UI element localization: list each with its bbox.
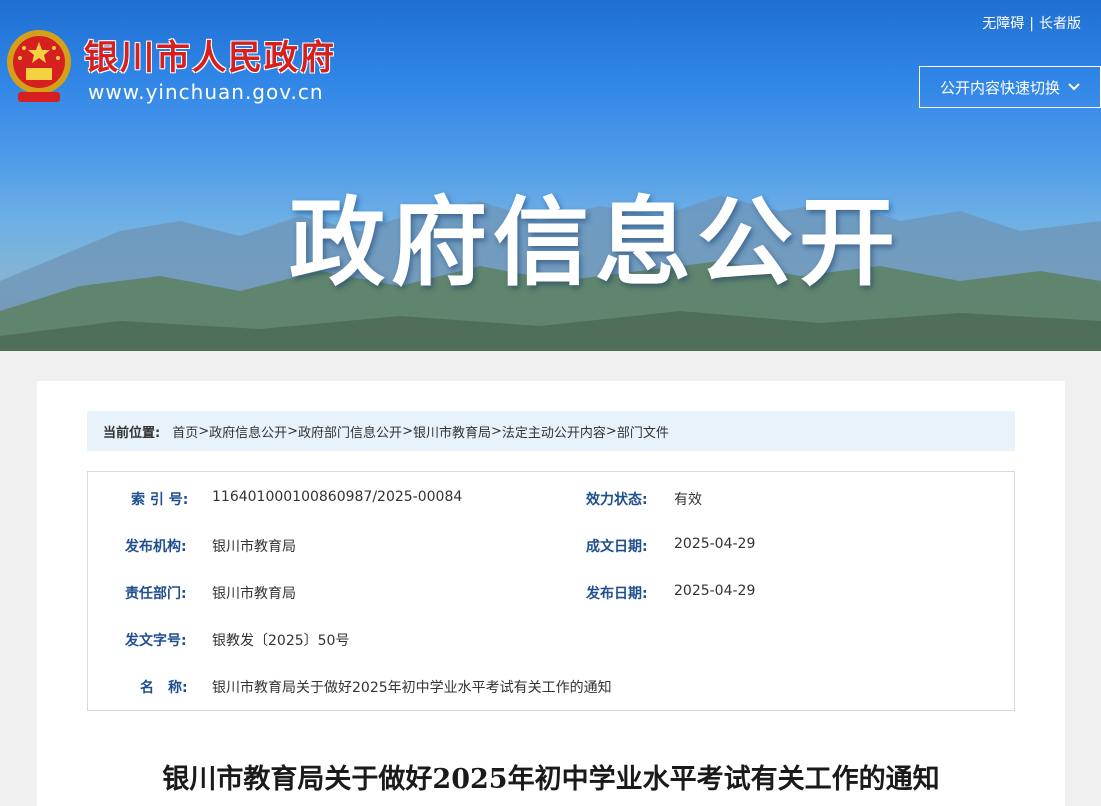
breadcrumb-separator: > (402, 423, 413, 439)
created-date-label: 成文日期: (586, 539, 648, 555)
publisher-value: 银川市教育局 (212, 539, 296, 555)
breadcrumb-separator: > (198, 423, 210, 439)
national-emblem-icon (7, 30, 71, 102)
accessibility-link[interactable]: 无障碍 (982, 16, 1024, 32)
quick-switch-dropdown[interactable]: 公开内容快速切换 (919, 66, 1101, 108)
name-label: 名 称: (140, 680, 188, 696)
doc-number-value: 银教发〔2025〕50号 (212, 633, 350, 649)
published-date-label: 发布日期: (586, 586, 648, 602)
index-label: 索 引 号: (131, 492, 189, 508)
quick-switch-label: 公开内容快速切换 (939, 78, 1060, 97)
breadcrumb-home[interactable]: 首页 (172, 422, 198, 441)
site-name[interactable]: 银川市人民政府 (84, 30, 336, 79)
publisher-label: 发布机构: (125, 539, 187, 555)
breadcrumb-education-bureau[interactable]: 银川市教育局 (413, 422, 491, 441)
chevron-down-icon (1068, 83, 1080, 91)
published-date-value: 2025-04-29 (674, 583, 756, 599)
breadcrumb: 当前位置: 首页 > 政府信息公开 > 政府部门信息公开 > 银川市教育局 > … (87, 411, 1015, 451)
hero-title: 政府信息公开 (289, 187, 901, 299)
breadcrumb-dept-info[interactable]: 政府部门信息公开 (298, 422, 402, 441)
status-value: 有效 (674, 492, 702, 508)
meta-row: 发布机构: 银川市教育局 成文日期: 2025-04-29 (88, 536, 1014, 556)
top-links: 无障碍 | 长者版 (982, 13, 1081, 33)
breadcrumb-gov-info[interactable]: 政府信息公开 (209, 422, 287, 441)
name-value: 银川市教育局关于做好2025年初中学业水平考试有关工作的通知 (212, 680, 612, 696)
breadcrumb-label: 当前位置: (103, 425, 161, 441)
breadcrumb-separator: > (287, 423, 299, 439)
breadcrumb-separator: > (605, 423, 617, 439)
breadcrumb-separator: > (490, 423, 502, 439)
elder-mode-link[interactable]: 长者版 (1039, 16, 1081, 32)
document-title: 银川市教育局关于做好2025年初中学业水平考试有关工作的通知 (162, 764, 940, 795)
meta-row: 责任部门: 银川市教育局 发布日期: 2025-04-29 (88, 583, 1014, 603)
document-metadata-table: 索 引 号: 11640100010086098​7/2025-00084 效力… (87, 471, 1015, 711)
main-content-card: 当前位置: 首页 > 政府信息公开 > 政府部门信息公开 > 银川市教育局 > … (37, 381, 1065, 806)
index-value: 11640100010086098​7/2025-00084 (212, 489, 463, 505)
dept-label: 责任部门: (125, 586, 187, 602)
breadcrumb-statutory-content[interactable]: 法定主动公开内容 (502, 422, 606, 441)
breadcrumb-dept-documents[interactable]: 部门文件 (617, 422, 669, 441)
doc-number-label: 发文字号: (125, 633, 187, 649)
separator: | (1029, 16, 1034, 32)
meta-row: 索 引 号: 11640100010086098​7/2025-00084 效力… (88, 489, 1014, 509)
site-url: www.yinchuan.gov.cn (88, 80, 324, 104)
meta-row: 发文字号: 银教发〔2025〕50号 (88, 630, 1014, 650)
meta-row: 名 称: 银川市教育局关于做好2025年初中学业水平考试有关工作的通知 (88, 677, 1014, 697)
dept-value: 银川市教育局 (212, 586, 296, 602)
status-label: 效力状态: (586, 492, 648, 508)
created-date-value: 2025-04-29 (674, 536, 756, 552)
header-banner: 银川市人民政府 www.yinchuan.gov.cn 无障碍 | 长者版 公开内容… (0, 0, 1101, 351)
